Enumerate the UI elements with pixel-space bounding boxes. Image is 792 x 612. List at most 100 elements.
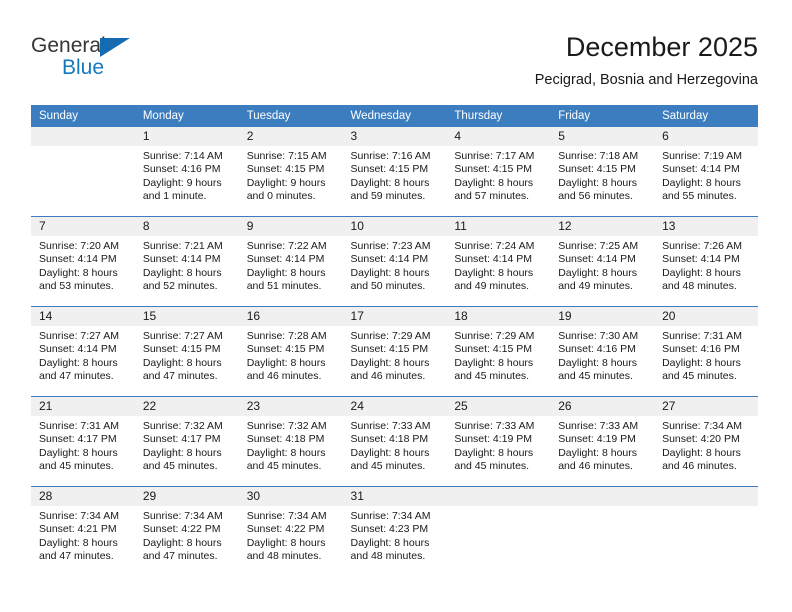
daylight-text-line1: Daylight: 8 hours <box>142 266 222 279</box>
sunset-text: Sunset: 4:14 PM <box>558 253 636 266</box>
sunset-text: Sunset: 4:22 PM <box>142 523 221 536</box>
daylight-text-line1: Daylight: 8 hours <box>246 356 326 369</box>
daylight-text-line1: Daylight: 9 hours <box>142 176 222 189</box>
sunrise-text: Sunrise: 7:25 AM <box>558 240 639 252</box>
day-number: 19 <box>550 307 655 326</box>
sunset-text: Sunset: 4:15 PM <box>454 163 533 176</box>
day-cell[interactable] <box>550 486 655 576</box>
sunrise-text: Sunrise: 7:24 AM <box>454 240 535 252</box>
day-number: 10 <box>342 217 447 236</box>
sunrise-text: Sunrise: 7:33 AM <box>454 420 535 432</box>
sunset-text: Sunset: 4:17 PM <box>39 433 117 446</box>
sunrise-text: Sunrise: 7:29 AM <box>350 330 431 342</box>
sunrise-text: Sunrise: 7:33 AM <box>558 420 639 432</box>
day-cell[interactable]: 25 Sunrise: 7:33 AM Sunset: 4:19 PM Dayl… <box>446 396 551 487</box>
sunrise-text: Sunrise: 7:17 AM <box>454 150 535 162</box>
day-details: Sunrise: 7:34 AM Sunset: 4:23 PM Dayligh… <box>343 506 447 563</box>
sunset-text: Sunset: 4:19 PM <box>558 433 636 446</box>
day-cell[interactable]: 22 Sunrise: 7:32 AM Sunset: 4:17 PM Dayl… <box>134 396 239 487</box>
sunset-text: Sunset: 4:16 PM <box>558 343 636 356</box>
daylight-text-line2: and 48 minutes. <box>350 549 426 562</box>
day-cell[interactable]: 19 Sunrise: 7:30 AM Sunset: 4:16 PM Dayl… <box>550 306 655 397</box>
sunset-text: Sunset: 4:20 PM <box>662 433 740 446</box>
day-cell[interactable]: 24 Sunrise: 7:33 AM Sunset: 4:18 PM Dayl… <box>342 396 447 487</box>
day-cell[interactable] <box>446 486 551 576</box>
day-cell[interactable]: 15 Sunrise: 7:27 AM Sunset: 4:15 PM Dayl… <box>134 306 239 397</box>
sunset-text: Sunset: 4:19 PM <box>454 433 533 446</box>
day-cell[interactable]: 18 Sunrise: 7:29 AM Sunset: 4:15 PM Dayl… <box>446 306 551 397</box>
day-cell[interactable]: 26 Sunrise: 7:33 AM Sunset: 4:19 PM Dayl… <box>550 396 655 487</box>
daylight-text-line1: Daylight: 8 hours <box>454 176 534 189</box>
day-cell[interactable]: 9 Sunrise: 7:22 AM Sunset: 4:14 PM Dayli… <box>238 216 343 307</box>
day-number: 3 <box>342 127 447 146</box>
daylight-text-line2: and 47 minutes. <box>142 549 218 562</box>
sunrise-text: Sunrise: 7:18 AM <box>558 150 639 162</box>
sunset-text: Sunset: 4:15 PM <box>142 343 221 356</box>
daylight-text-line1: Daylight: 8 hours <box>142 446 222 459</box>
day-cell[interactable]: 30 Sunrise: 7:34 AM Sunset: 4:22 PM Dayl… <box>238 486 343 576</box>
day-number: 14 <box>31 307 135 326</box>
day-cell[interactable]: 31 Sunrise: 7:34 AM Sunset: 4:23 PM Dayl… <box>342 486 447 576</box>
daylight-text-line2: and 45 minutes. <box>662 369 737 382</box>
sunset-text: Sunset: 4:16 PM <box>662 343 740 356</box>
page-header: General Blue December 2025 Pecigrad, Bos… <box>0 0 792 96</box>
day-cell[interactable]: 2 Sunrise: 7:15 AM Sunset: 4:15 PM Dayli… <box>238 127 343 217</box>
day-number: 16 <box>238 307 343 326</box>
day-cell[interactable]: 28 Sunrise: 7:34 AM Sunset: 4:21 PM Dayl… <box>31 486 135 576</box>
sunrise-text: Sunrise: 7:26 AM <box>662 240 743 252</box>
day-number: 26 <box>550 397 655 416</box>
day-cell[interactable]: 14 Sunrise: 7:27 AM Sunset: 4:14 PM Dayl… <box>31 306 135 397</box>
sunset-text: Sunset: 4:17 PM <box>142 433 221 446</box>
day-cell[interactable]: 13 Sunrise: 7:26 AM Sunset: 4:14 PM Dayl… <box>654 216 758 307</box>
daylight-text-line2: and 47 minutes. <box>39 369 114 382</box>
day-cell[interactable]: 17 Sunrise: 7:29 AM Sunset: 4:15 PM Dayl… <box>342 306 447 397</box>
daylight-text-line2: and 45 minutes. <box>558 369 633 382</box>
daylight-text-line2: and 59 minutes. <box>350 189 426 202</box>
day-cell[interactable] <box>654 486 758 576</box>
sunrise-text: Sunrise: 7:34 AM <box>662 420 743 432</box>
day-number: 20 <box>654 307 758 326</box>
day-cell[interactable]: 7 Sunrise: 7:20 AM Sunset: 4:14 PM Dayli… <box>31 216 135 307</box>
sunset-text: Sunset: 4:16 PM <box>142 163 221 176</box>
daylight-text-line1: Daylight: 9 hours <box>246 176 326 189</box>
day-cell[interactable] <box>31 127 135 217</box>
daylight-text-line1: Daylight: 8 hours <box>662 176 741 189</box>
day-cell[interactable]: 5 Sunrise: 7:18 AM Sunset: 4:15 PM Dayli… <box>550 127 655 217</box>
daylight-text-line1: Daylight: 8 hours <box>558 176 638 189</box>
sunrise-text: Sunrise: 7:23 AM <box>350 240 431 252</box>
sunrise-text: Sunrise: 7:29 AM <box>454 330 535 342</box>
day-cell[interactable]: 1 Sunrise: 7:14 AM Sunset: 4:16 PM Dayli… <box>134 127 239 217</box>
day-cell[interactable]: 16 Sunrise: 7:28 AM Sunset: 4:15 PM Dayl… <box>238 306 343 397</box>
daylight-text-line1: Daylight: 8 hours <box>558 356 638 369</box>
day-cell[interactable]: 6 Sunrise: 7:19 AM Sunset: 4:14 PM Dayli… <box>654 127 758 217</box>
daylight-text-line2: and 46 minutes. <box>350 369 426 382</box>
daylight-text-line1: Daylight: 8 hours <box>350 266 430 279</box>
sunrise-text: Sunrise: 7:20 AM <box>39 240 119 252</box>
day-details: Sunrise: 7:31 AM Sunset: 4:17 PM Dayligh… <box>31 416 135 473</box>
day-cell[interactable]: 8 Sunrise: 7:21 AM Sunset: 4:14 PM Dayli… <box>134 216 239 307</box>
sunset-text: Sunset: 4:15 PM <box>246 343 325 356</box>
day-cell[interactable]: 11 Sunrise: 7:24 AM Sunset: 4:14 PM Dayl… <box>446 216 551 307</box>
day-details: Sunrise: 7:33 AM Sunset: 4:18 PM Dayligh… <box>343 416 447 473</box>
weekday-header-friday: Friday <box>550 105 655 127</box>
daylight-text-line2: and 45 minutes. <box>454 369 530 382</box>
daylight-text-line2: and 49 minutes. <box>454 279 530 292</box>
daylight-text-line2: and 51 minutes. <box>246 279 322 292</box>
sunset-text: Sunset: 4:15 PM <box>350 163 429 176</box>
day-cell[interactable]: 29 Sunrise: 7:34 AM Sunset: 4:22 PM Dayl… <box>134 486 239 576</box>
day-cell[interactable]: 23 Sunrise: 7:32 AM Sunset: 4:18 PM Dayl… <box>238 396 343 487</box>
calendar-week-row: 7 Sunrise: 7:20 AM Sunset: 4:14 PM Dayli… <box>31 216 758 307</box>
sunset-text: Sunset: 4:15 PM <box>558 163 636 176</box>
day-number: 15 <box>134 307 239 326</box>
weekday-header-wednesday: Wednesday <box>342 105 447 127</box>
daylight-text-line1: Daylight: 8 hours <box>350 446 430 459</box>
day-number: 28 <box>31 487 135 506</box>
day-cell[interactable]: 12 Sunrise: 7:25 AM Sunset: 4:14 PM Dayl… <box>550 216 655 307</box>
day-cell[interactable]: 20 Sunrise: 7:31 AM Sunset: 4:16 PM Dayl… <box>654 306 758 397</box>
day-cell[interactable]: 27 Sunrise: 7:34 AM Sunset: 4:20 PM Dayl… <box>654 396 758 487</box>
day-cell[interactable]: 4 Sunrise: 7:17 AM Sunset: 4:15 PM Dayli… <box>446 127 551 217</box>
day-cell[interactable]: 3 Sunrise: 7:16 AM Sunset: 4:15 PM Dayli… <box>342 127 447 217</box>
day-cell[interactable]: 21 Sunrise: 7:31 AM Sunset: 4:17 PM Dayl… <box>31 396 135 487</box>
day-cell[interactable]: 10 Sunrise: 7:23 AM Sunset: 4:14 PM Dayl… <box>342 216 447 307</box>
sunrise-text: Sunrise: 7:34 AM <box>142 510 223 522</box>
